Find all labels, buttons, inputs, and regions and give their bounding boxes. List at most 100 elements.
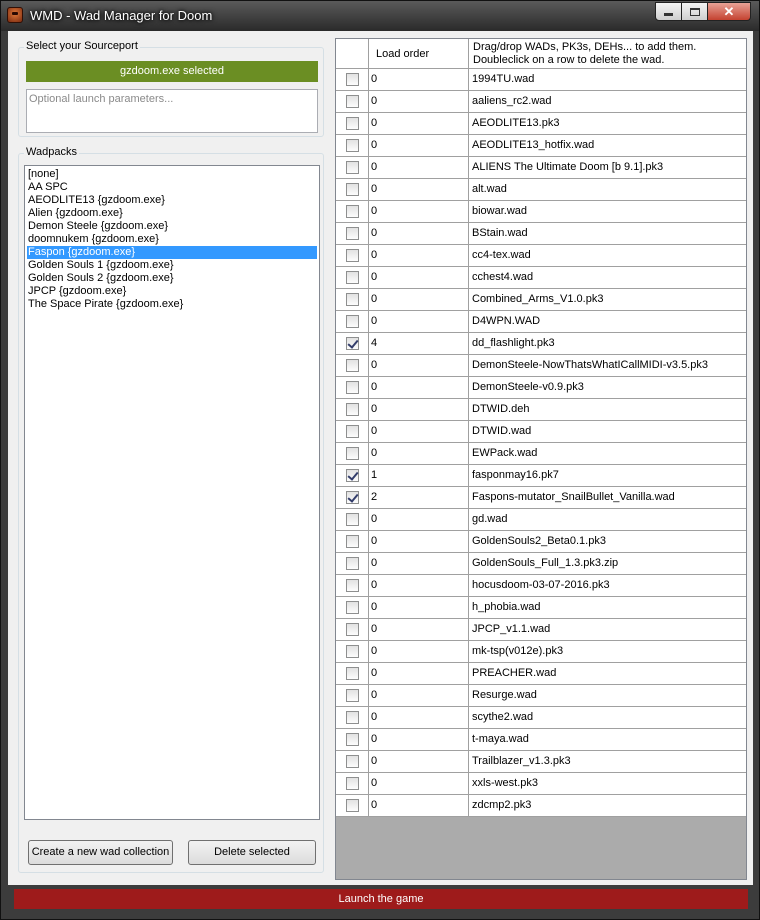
enable-checkbox[interactable]	[346, 425, 359, 438]
file-name-cell[interactable]: EWPack.wad	[469, 443, 746, 464]
file-name-cell[interactable]: gd.wad	[469, 509, 746, 530]
table-row[interactable]: 0 D4WPN.WAD	[336, 311, 746, 333]
file-name-cell[interactable]: dd_flashlight.pk3	[469, 333, 746, 354]
file-name-cell[interactable]: ALIENS The Ultimate Doom [b 9.1].pk3	[469, 157, 746, 178]
table-row[interactable]: 0 mk-tsp(v012e).pk3	[336, 641, 746, 663]
load-order-cell[interactable]: 0	[369, 729, 469, 750]
enable-checkbox[interactable]	[346, 73, 359, 86]
maximize-button[interactable]	[682, 2, 708, 21]
minimize-button[interactable]	[655, 2, 682, 21]
load-order-cell[interactable]: 0	[369, 619, 469, 640]
load-order-cell[interactable]: 0	[369, 641, 469, 662]
wadpack-item[interactable]: Alien {gzdoom.exe}	[27, 207, 317, 220]
load-order-cell[interactable]: 0	[369, 311, 469, 332]
table-row[interactable]: 1 fasponmay16.pk7	[336, 465, 746, 487]
wadpack-item[interactable]: Faspon {gzdoom.exe}	[27, 246, 317, 259]
load-order-cell[interactable]: 0	[369, 377, 469, 398]
table-row[interactable]: 0 DTWID.wad	[336, 421, 746, 443]
table-row[interactable]: 0 h_phobia.wad	[336, 597, 746, 619]
enable-checkbox[interactable]	[346, 667, 359, 680]
load-order-cell[interactable]: 0	[369, 795, 469, 816]
table-row[interactable]: 0 AEODLITE13.pk3	[336, 113, 746, 135]
file-name-cell[interactable]: zdcmp2.pk3	[469, 795, 746, 816]
table-row[interactable]: 0 xxls-west.pk3	[336, 773, 746, 795]
file-name-cell[interactable]: Faspons-mutator_SnailBullet_Vanilla.wad	[469, 487, 746, 508]
wadpack-item[interactable]: JPCP {gzdoom.exe}	[27, 285, 317, 298]
load-order-cell[interactable]: 0	[369, 179, 469, 200]
file-name-cell[interactable]: biowar.wad	[469, 201, 746, 222]
file-name-cell[interactable]: Resurge.wad	[469, 685, 746, 706]
file-name-cell[interactable]: fasponmay16.pk7	[469, 465, 746, 486]
table-row[interactable]: 0 scythe2.wad	[336, 707, 746, 729]
close-button[interactable]: ✕	[708, 2, 751, 21]
wadpacks-list[interactable]: [none] AA SPC AEODLITE13 {gzdoom.exe} Alien…	[24, 165, 320, 820]
launch-game-button[interactable]: Launch the game	[14, 889, 748, 909]
table-row[interactable]: 0 DemonSteele-v0.9.pk3	[336, 377, 746, 399]
load-order-cell[interactable]: 0	[369, 135, 469, 156]
load-order-cell[interactable]: 0	[369, 69, 469, 90]
file-name-cell[interactable]: D4WPN.WAD	[469, 311, 746, 332]
header-checkbox-column[interactable]	[336, 39, 369, 69]
file-name-cell[interactable]: 1994TU.wad	[469, 69, 746, 90]
enable-checkbox[interactable]	[346, 623, 359, 636]
enable-checkbox[interactable]	[346, 381, 359, 394]
file-name-cell[interactable]: alt.wad	[469, 179, 746, 200]
wadpack-item[interactable]: Golden Souls 1 {gzdoom.exe}	[27, 259, 317, 272]
file-name-cell[interactable]: scythe2.wad	[469, 707, 746, 728]
file-name-cell[interactable]: cchest4.wad	[469, 267, 746, 288]
enable-checkbox[interactable]	[346, 403, 359, 416]
load-order-cell[interactable]: 0	[369, 443, 469, 464]
file-name-cell[interactable]: aaliens_rc2.wad	[469, 91, 746, 112]
file-name-cell[interactable]: Trailblazer_v1.3.pk3	[469, 751, 746, 772]
enable-checkbox[interactable]	[346, 447, 359, 460]
table-row[interactable]: 2 Faspons-mutator_SnailBullet_Vanilla.wad	[336, 487, 746, 509]
load-order-cell[interactable]: 0	[369, 91, 469, 112]
wadpack-item[interactable]: doomnukem {gzdoom.exe}	[27, 233, 317, 246]
load-order-cell[interactable]: 0	[369, 245, 469, 266]
table-row[interactable]: 0 PREACHER.wad	[336, 663, 746, 685]
load-order-cell[interactable]: 0	[369, 289, 469, 310]
table-row[interactable]: 4 dd_flashlight.pk3	[336, 333, 746, 355]
enable-checkbox[interactable]	[346, 359, 359, 372]
enable-checkbox[interactable]	[346, 689, 359, 702]
load-order-cell[interactable]: 2	[369, 487, 469, 508]
table-row[interactable]: 0 1994TU.wad	[336, 69, 746, 91]
file-name-cell[interactable]: DemonSteele-NowThatsWhatICallMIDI-v3.5.p…	[469, 355, 746, 376]
table-row[interactable]: 0 DemonSteele-NowThatsWhatICallMIDI-v3.5.…	[336, 355, 746, 377]
wadpack-item[interactable]: Golden Souls 2 {gzdoom.exe}	[27, 272, 317, 285]
enable-checkbox[interactable]	[346, 733, 359, 746]
enable-checkbox[interactable]	[346, 777, 359, 790]
enable-checkbox[interactable]	[346, 755, 359, 768]
enable-checkbox[interactable]	[346, 183, 359, 196]
load-order-cell[interactable]: 1	[369, 465, 469, 486]
enable-checkbox[interactable]	[346, 557, 359, 570]
header-load-order[interactable]: Load order	[369, 39, 469, 69]
load-order-cell[interactable]: 0	[369, 113, 469, 134]
file-name-cell[interactable]: h_phobia.wad	[469, 597, 746, 618]
table-row[interactable]: 0 ALIENS The Ultimate Doom [b 9.1].pk3	[336, 157, 746, 179]
file-name-cell[interactable]: Combined_Arms_V1.0.pk3	[469, 289, 746, 310]
table-row[interactable]: 0 hocusdoom-03-07-2016.pk3	[336, 575, 746, 597]
table-row[interactable]: 0 GoldenSouls_Full_1.3.pk3.zip	[336, 553, 746, 575]
sourceport-select-button[interactable]: gzdoom.exe selected	[26, 61, 318, 82]
enable-checkbox[interactable]	[346, 799, 359, 812]
table-row[interactable]: 0 Trailblazer_v1.3.pk3	[336, 751, 746, 773]
table-row[interactable]: 0 AEODLITE13_hotfix.wad	[336, 135, 746, 157]
enable-checkbox[interactable]	[346, 469, 359, 482]
load-order-cell[interactable]: 0	[369, 531, 469, 552]
file-name-cell[interactable]: DTWID.wad	[469, 421, 746, 442]
load-order-cell[interactable]: 0	[369, 201, 469, 222]
enable-checkbox[interactable]	[346, 293, 359, 306]
enable-checkbox[interactable]	[346, 337, 359, 350]
load-order-cell[interactable]: 0	[369, 773, 469, 794]
load-order-cell[interactable]: 0	[369, 751, 469, 772]
title-bar[interactable]: WMD - Wad Manager for Doom ✕	[1, 1, 759, 31]
header-file-column[interactable]: Drag/drop WADs, PK3s, DEHs... to add the…	[469, 39, 746, 69]
file-name-cell[interactable]: DemonSteele-v0.9.pk3	[469, 377, 746, 398]
load-order-cell[interactable]: 4	[369, 333, 469, 354]
wad-grid[interactable]: Load order Drag/drop WADs, PK3s, DEHs...…	[335, 38, 747, 880]
table-row[interactable]: 0 t-maya.wad	[336, 729, 746, 751]
file-name-cell[interactable]: t-maya.wad	[469, 729, 746, 750]
table-row[interactable]: 0 EWPack.wad	[336, 443, 746, 465]
enable-checkbox[interactable]	[346, 513, 359, 526]
